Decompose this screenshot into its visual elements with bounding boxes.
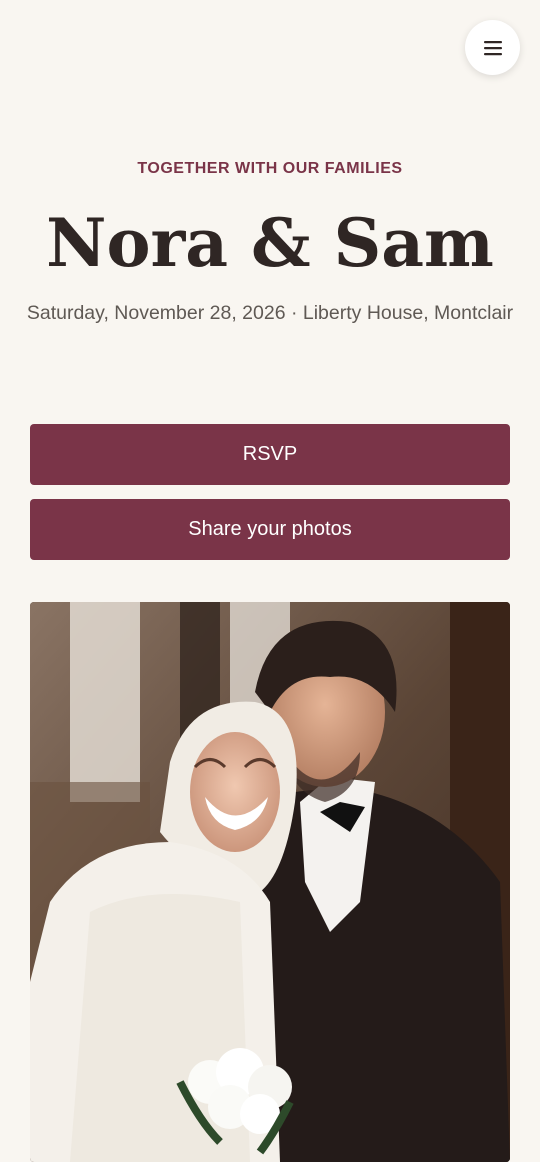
hamburger-menu-icon — [482, 39, 504, 57]
couple-names-title: Nora & Sam — [46, 204, 494, 282]
event-details: Saturday, November 28, 2026 · Liberty Ho… — [26, 302, 514, 324]
share-photos-button[interactable]: Share your photos — [30, 499, 510, 560]
rsvp-button[interactable]: RSVP — [30, 424, 510, 485]
menu-button[interactable] — [465, 20, 520, 75]
hero-eyebrow: TOGETHER WITH OUR FAMILIES — [137, 160, 403, 177]
couple-photo — [30, 602, 510, 1162]
